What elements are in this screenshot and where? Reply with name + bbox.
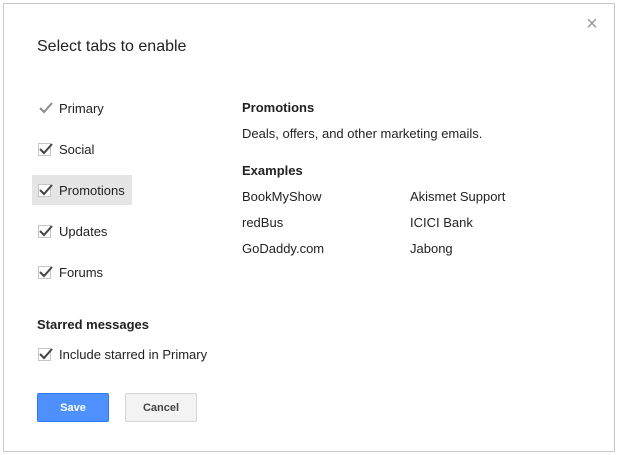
example-sender: BookMyShow: [242, 189, 322, 204]
tab-option-label: Forums: [59, 264, 104, 280]
example-sender: Akismet Support: [410, 189, 506, 204]
close-icon[interactable]: ×: [584, 14, 600, 34]
example-sender: redBus: [242, 215, 284, 230]
tab-option-forums[interactable]: Forums: [32, 257, 132, 287]
include-starred-label: Include starred in Primary: [59, 347, 208, 362]
tab-list: Primary Social Promotions Updates Forums: [32, 93, 132, 298]
tab-option-updates[interactable]: Updates: [32, 216, 132, 246]
detail-heading: Promotions: [242, 100, 315, 115]
example-sender: Jabong: [410, 241, 453, 256]
checkbox[interactable]: [38, 224, 53, 238]
include-starred-option[interactable]: Include starred in Primary: [38, 347, 207, 362]
tab-option-label: Social: [59, 141, 95, 157]
dialog-title: Select tabs to enable: [37, 38, 187, 55]
tab-detail-panel: Promotions Deals, offers, and other mark…: [242, 100, 550, 256]
checkbox[interactable]: [38, 265, 53, 279]
example-sender: GoDaddy.com: [242, 241, 325, 256]
starred-section-heading: Starred messages: [37, 317, 150, 332]
checkbox[interactable]: [38, 142, 53, 156]
checkbox[interactable]: [38, 183, 53, 197]
detail-description: Deals, offers, and other marketing email…: [242, 126, 483, 141]
tab-option-primary: Primary: [32, 93, 132, 123]
examples-list: BookMyShow Akismet Support redBus ICICI …: [242, 189, 550, 256]
examples-heading: Examples: [242, 163, 303, 178]
select-tabs-dialog: × Select tabs to enable Primary Social P…: [3, 3, 615, 452]
tab-option-label: Promotions: [59, 182, 125, 198]
checkmark-icon: [38, 101, 53, 115]
tab-option-social[interactable]: Social: [32, 134, 132, 164]
save-button[interactable]: Save: [37, 393, 109, 422]
cancel-button[interactable]: Cancel: [125, 393, 197, 422]
tab-option-label: Primary: [59, 100, 104, 116]
checkbox[interactable]: [38, 348, 53, 361]
example-sender: ICICI Bank: [410, 215, 473, 230]
tab-option-label: Updates: [59, 223, 108, 239]
tab-option-promotions[interactable]: Promotions: [32, 175, 132, 205]
